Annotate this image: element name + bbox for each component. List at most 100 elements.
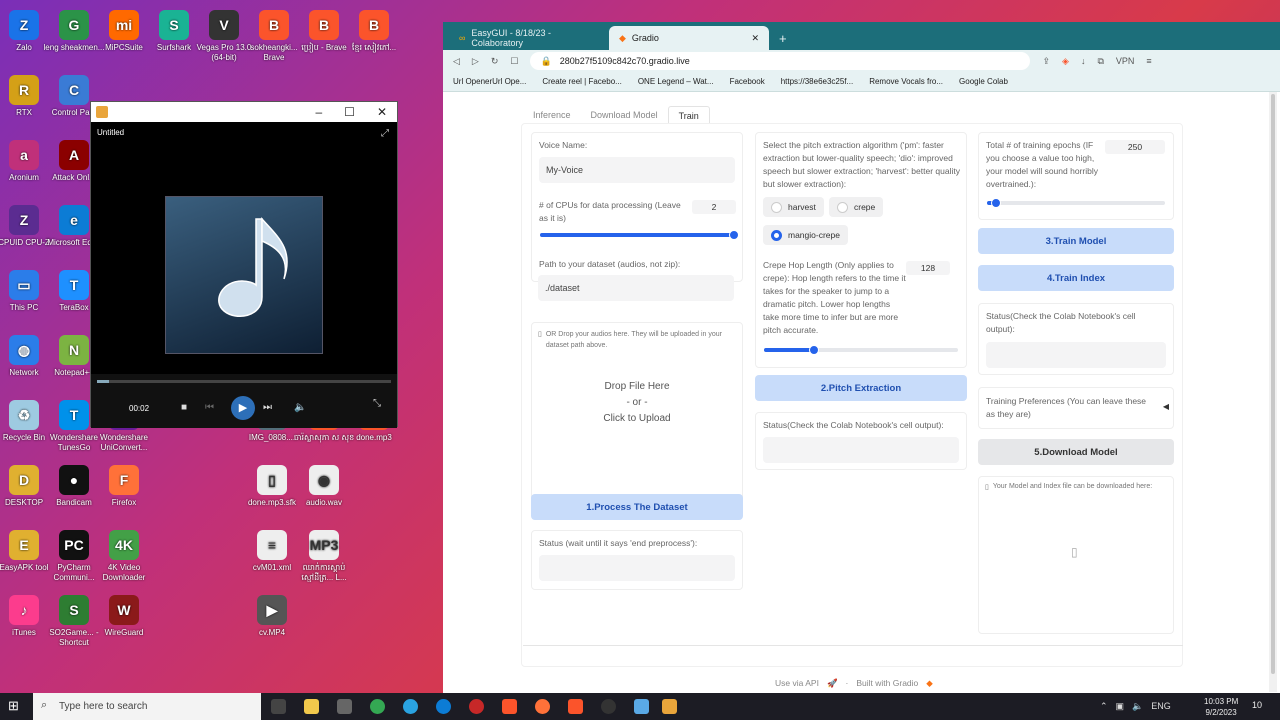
epochs-number-input[interactable]: 250 xyxy=(1105,140,1165,154)
process-dataset-button[interactable]: 1.Process The Dataset xyxy=(531,494,743,520)
switch-view-icon[interactable]: ⤡ xyxy=(373,398,381,409)
player-titlebar[interactable]: – ☐ ✕ xyxy=(91,102,397,122)
forward-icon[interactable]: ▷ xyxy=(472,56,479,67)
radio-label: mangio-crepe xyxy=(788,230,840,240)
train-model-button[interactable]: 3.Train Model xyxy=(978,228,1174,254)
voice-name-label: Voice Name: xyxy=(539,140,588,150)
desktop-icon[interactable]: ◉ audio.wav xyxy=(292,465,356,508)
bookmark-item[interactable]: Facebook xyxy=(730,77,765,86)
taskbar-search-box[interactable]: ⌕ Type here to search xyxy=(33,693,261,720)
brave-shield-icon[interactable]: ◈ xyxy=(1062,56,1069,67)
voice-name-input[interactable]: My-Voice xyxy=(539,157,735,183)
hop-slider[interactable] xyxy=(764,345,958,355)
close-button[interactable]: ✕ xyxy=(377,105,387,119)
maximize-button[interactable]: ☐ xyxy=(344,105,355,119)
minimize-button[interactable]: – xyxy=(315,105,322,119)
collapse-arrow-icon[interactable]: ◀ xyxy=(1163,402,1169,411)
desktop-icon-image: W xyxy=(109,595,139,625)
training-preferences-accordion[interactable]: Training Preferences (You can leave thes… xyxy=(978,387,1174,429)
extensions-icon[interactable]: ⧉ xyxy=(1097,56,1103,67)
desktop-icon[interactable]: B ខ្មែរ សៀវភៅ... xyxy=(342,10,406,53)
bookmark-icon[interactable]: ☐ xyxy=(510,56,518,67)
store-icon[interactable] xyxy=(337,699,352,714)
previous-icon[interactable]: ⏮ xyxy=(205,402,214,413)
share-icon[interactable]: ⇪ xyxy=(1042,56,1050,67)
cpu-number-input[interactable]: 2 xyxy=(692,200,736,214)
obs-icon[interactable] xyxy=(601,699,616,714)
notification-badge[interactable]: 10 xyxy=(1252,700,1262,710)
back-icon[interactable]: ◁ xyxy=(453,56,460,67)
cpu-slider[interactable] xyxy=(540,230,739,240)
new-tab-button[interactable]: + xyxy=(769,26,793,50)
brave-beta-icon[interactable] xyxy=(568,699,583,714)
network-icon[interactable]: ▣ xyxy=(1116,701,1125,712)
desktop-icon-image: A xyxy=(59,140,89,170)
edge-icon[interactable] xyxy=(436,699,451,714)
reload-icon[interactable]: ↻ xyxy=(491,56,499,67)
windows-start-icon[interactable]: ⊞ xyxy=(8,698,24,714)
radio-harvest[interactable]: harvest xyxy=(763,197,824,217)
desktop-icon-image: C xyxy=(59,75,89,105)
close-tab-icon[interactable]: ✕ xyxy=(751,33,759,44)
radio-dot xyxy=(771,201,782,213)
media-player-taskbar-icon[interactable] xyxy=(662,699,677,714)
desktop-icon-image: 4K xyxy=(109,530,139,560)
menu-icon[interactable]: ≡ xyxy=(1146,56,1151,66)
vpn-badge[interactable]: VPN xyxy=(1116,56,1135,66)
use-via-api-link[interactable]: Use via API xyxy=(775,678,819,689)
browser-tab-gradio[interactable]: ◆ Gradio ✕ xyxy=(609,26,769,50)
stop-icon[interactable]: ■ xyxy=(181,402,187,413)
built-with-gradio-link[interactable]: Built with Gradio xyxy=(856,678,918,689)
desktop-icon-image: F xyxy=(109,465,139,495)
desktop-icon-image: ◍ xyxy=(9,335,39,365)
train-index-button[interactable]: 4.Train Index xyxy=(978,265,1174,291)
record-icon[interactable] xyxy=(469,699,484,714)
brave-icon[interactable] xyxy=(502,699,517,714)
pitch-extraction-button[interactable]: 2.Pitch Extraction xyxy=(755,375,967,401)
volume-icon[interactable]: 🔈 xyxy=(294,402,306,413)
browser-tab-colab[interactable]: ∞ EasyGUI - 8/18/23 - Colaboratory xyxy=(449,26,609,50)
media-player-window[interactable]: – ☐ ✕ Untitled ⤢ 00:02 ■ ⏮ ▶ ⏭ 🔈 ⤡ xyxy=(90,101,398,428)
language-indicator[interactable]: ENG xyxy=(1151,701,1171,712)
telegram-icon[interactable] xyxy=(403,699,418,714)
file-explorer-icon[interactable] xyxy=(304,699,319,714)
bookmark-item[interactable]: Google Colab xyxy=(959,77,1008,86)
desktop-icon-image: ▭ xyxy=(9,270,39,300)
play-button[interactable]: ▶ xyxy=(231,396,255,420)
desktop-icon-image: e xyxy=(59,205,89,235)
desktop-icon[interactable]: MP3 ឈាក់ការស្ដាប់ ស្មៅដីត្រ... L... xyxy=(292,530,356,583)
fullscreen-icon[interactable]: ⤢ xyxy=(381,128,389,139)
bookmark-item[interactable]: Remove Vocals fro... xyxy=(869,77,943,86)
seek-bar[interactable] xyxy=(97,380,391,383)
firefox-icon[interactable] xyxy=(535,699,550,714)
gradio-logo-icon: ◆ xyxy=(926,678,933,688)
download-model-button[interactable]: 5.Download Model xyxy=(978,439,1174,465)
desktop-icon[interactable]: ▶ cv.MP4 xyxy=(240,595,304,638)
clock[interactable]: 10:03 PM 9/2/2023 xyxy=(1204,696,1238,718)
desktop-icon[interactable]: W WireGuard xyxy=(92,595,156,638)
radio-mangio-crepe[interactable]: mangio-crepe xyxy=(763,225,848,245)
hop-number-input[interactable]: 128 xyxy=(906,261,950,275)
url-field[interactable]: 🔒 280b27f5109c842c70.gradio.live xyxy=(530,52,1031,70)
bookmark-item[interactable]: Url OpenerUrl Ope... xyxy=(453,77,526,86)
upload-dropzone[interactable]: ▯ OR Drop your audios here. They will be… xyxy=(531,322,743,510)
chrome-icon[interactable] xyxy=(370,699,385,714)
volume-tray-icon[interactable]: 🔈 xyxy=(1132,701,1143,712)
radio-crepe[interactable]: crepe xyxy=(829,197,884,217)
epochs-slider[interactable] xyxy=(987,198,1165,208)
app-icon[interactable] xyxy=(634,699,649,714)
url-text: 280b27f5109c842c70.gradio.live xyxy=(559,56,690,66)
dataset-path-input[interactable]: ./dataset xyxy=(538,275,734,301)
bookmark-item[interactable]: https://38e6e3c25f... xyxy=(781,77,854,86)
task-view-icon[interactable] xyxy=(271,699,286,714)
desktop-icon-image: MP3 xyxy=(309,530,339,560)
desktop-icon[interactable]: F Firefox xyxy=(92,465,156,508)
next-icon[interactable]: ⏭ xyxy=(263,402,272,413)
bookmark-item[interactable]: ONE Legend – Wat... xyxy=(638,77,714,86)
page-scrollbar[interactable] xyxy=(1269,92,1277,692)
bookmark-item[interactable]: Create reel | Facebo... xyxy=(542,77,621,86)
tray-chevron-icon[interactable]: ⌃ xyxy=(1100,701,1108,712)
download-icon[interactable]: ↓ xyxy=(1081,56,1086,66)
gradio-icon: ◆ xyxy=(619,32,626,43)
desktop-icon[interactable]: 4K 4K Video Downloader xyxy=(92,530,156,583)
